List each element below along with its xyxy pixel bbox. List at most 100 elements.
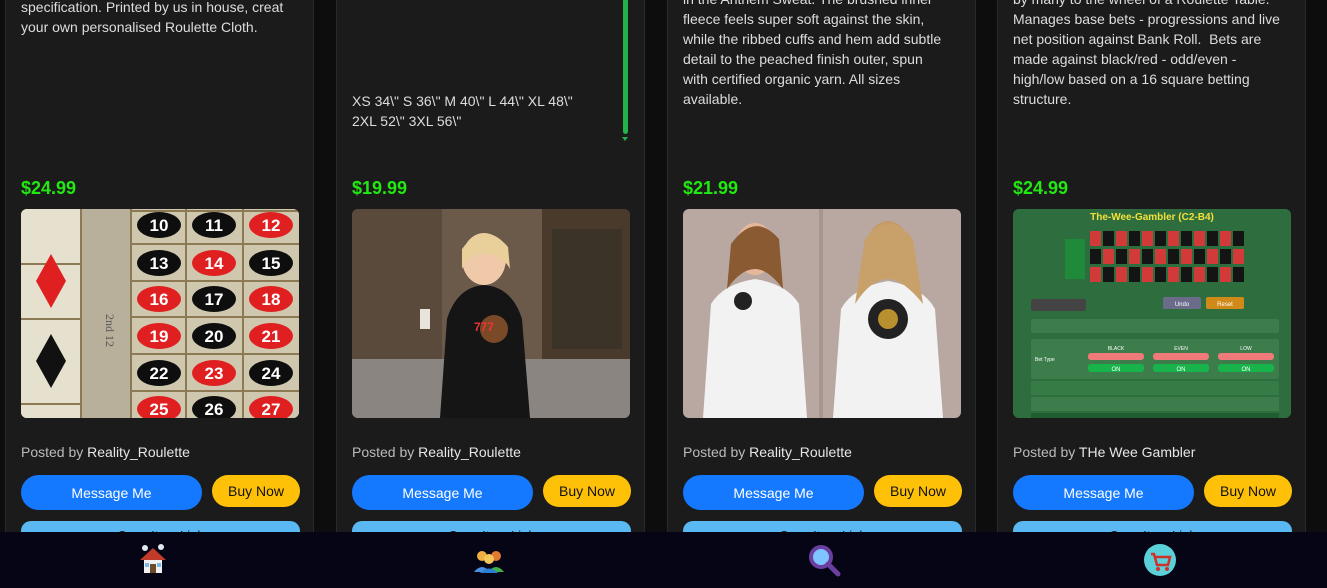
search-icon — [809, 545, 841, 577]
grid-cell — [1103, 231, 1114, 246]
grid-cell — [1090, 267, 1101, 282]
grid-cell — [1220, 231, 1231, 246]
poster-name[interactable]: THe Wee Gambler — [1079, 444, 1195, 460]
grid-cell — [1181, 249, 1192, 264]
grid-cell — [1220, 267, 1231, 282]
grid-cell — [1090, 249, 1101, 264]
product-price: $24.99 — [1013, 178, 1069, 198]
grid-cell — [1220, 249, 1231, 264]
roulette-number: 21 — [262, 327, 281, 346]
roulette-number: 11 — [205, 216, 223, 235]
home-icon — [140, 544, 166, 573]
black-label: BLACK — [1108, 346, 1125, 352]
poster-name[interactable]: Reality_Roulette — [87, 444, 190, 460]
roulette-number: 24 — [262, 364, 281, 383]
grid-cell — [1142, 249, 1153, 264]
grid-cell — [1155, 267, 1166, 282]
roulette-number: 14 — [205, 254, 224, 273]
buy-now-button[interactable]: Buy Now — [874, 475, 962, 507]
roulette-number: 23 — [205, 364, 224, 383]
grid-cell — [1181, 231, 1192, 246]
on-label: ON — [1112, 367, 1121, 373]
grid-cell — [1194, 249, 1205, 264]
grid-cell — [1155, 231, 1166, 246]
grid-cell — [1207, 249, 1218, 264]
roulette-number: 19 — [150, 327, 169, 346]
message-me-button[interactable]: Message Me — [683, 475, 864, 510]
scroll-down-icon[interactable] — [622, 137, 628, 141]
posted-by: Posted by Reality_Roulette — [683, 444, 852, 460]
product-image-wee-gambler-app[interactable]: The-Wee-Gambler (C2-B4) Undo Reset Bet T… — [1013, 209, 1291, 418]
product-image-roulette-cloth[interactable]: 10 11 12 13 14 15 16 17 18 19 20 21 22 23 24 25 26 27 2nd … — [21, 209, 299, 418]
product-description: by many to the wheel of a Roulette Table… — [1013, 0, 1280, 107]
product-card: XS 34\" S 36\" M 40\" L 44\" XL 48\" 2XL… — [336, 0, 645, 551]
grid-cell — [1233, 249, 1244, 264]
grid-cell — [1155, 249, 1166, 264]
product-image-hoodie[interactable]: 777 — [352, 209, 630, 418]
nav-search[interactable] — [806, 542, 842, 578]
posted-by: Posted by THe Wee Gambler — [1013, 444, 1195, 460]
grid-cell — [1142, 231, 1153, 246]
grid-cell — [1194, 231, 1205, 246]
posted-by-label: Posted by — [683, 444, 746, 460]
roulette-number: 10 — [150, 216, 169, 235]
grid-cell — [1168, 249, 1179, 264]
grid-cell — [1181, 267, 1192, 282]
roulette-number: 22 — [150, 364, 169, 383]
roulette-number: 15 — [262, 254, 281, 273]
grid-cell — [1129, 249, 1140, 264]
roulette-number: 27 — [262, 400, 281, 418]
posted-by: Posted by Reality_Roulette — [352, 444, 521, 460]
product-grid: specification. Printed by us in house, c… — [0, 0, 1327, 551]
product-card: in the Anthem Sweat. The brushed inner f… — [667, 0, 976, 551]
undo-label: Undo — [1175, 302, 1190, 308]
grid-cell — [1129, 231, 1140, 246]
product-price: $19.99 — [352, 178, 408, 198]
side-label: 2nd 12 — [103, 314, 117, 347]
people-icon — [474, 551, 504, 573]
nav-home[interactable] — [135, 542, 171, 578]
product-card: by many to the wheel of a Roulette Table… — [997, 0, 1306, 551]
roulette-number: 20 — [205, 327, 224, 346]
message-me-button[interactable]: Message Me — [21, 475, 202, 510]
description-scrollbar[interactable] — [623, 0, 628, 134]
reset-label: Reset — [1217, 302, 1233, 308]
app-title: The-Wee-Gambler (C2-B4) — [1090, 212, 1214, 223]
grid-cell — [1168, 267, 1179, 282]
posted-by-label: Posted by — [1013, 444, 1076, 460]
cart-icon — [1144, 544, 1176, 576]
low-label: LOW — [1240, 346, 1252, 352]
grid-cell — [1168, 231, 1179, 246]
buy-now-button[interactable]: Buy Now — [212, 475, 300, 507]
product-image-sweatshirt[interactable] — [683, 209, 961, 418]
grid-cell — [1142, 267, 1153, 282]
buy-now-button[interactable]: Buy Now — [543, 475, 631, 507]
grid-cell — [1129, 267, 1140, 282]
bet-type-label: Bet Type — [1035, 357, 1055, 363]
nav-community[interactable] — [471, 542, 507, 578]
svg-text:777: 777 — [474, 320, 494, 334]
roulette-number: 13 — [150, 254, 169, 273]
roulette-number: 12 — [262, 216, 281, 235]
roulette-number: 16 — [150, 290, 169, 309]
grid-cell — [1116, 231, 1127, 246]
posted-by: Posted by Reality_Roulette — [21, 444, 190, 460]
posted-by-label: Posted by — [21, 444, 84, 460]
grid-cell — [1103, 267, 1114, 282]
poster-name[interactable]: Reality_Roulette — [749, 444, 852, 460]
on-label: ON — [1177, 367, 1186, 373]
even-label: EVEN — [1174, 346, 1188, 352]
product-description: XS 34\" S 36\" M 40\" L 44\" XL 48\" 2XL… — [352, 93, 573, 129]
grid-cell — [1233, 231, 1244, 246]
nav-cart[interactable] — [1142, 542, 1178, 578]
posted-by-label: Posted by — [352, 444, 415, 460]
roulette-number: 17 — [205, 290, 224, 309]
message-me-button[interactable]: Message Me — [1013, 475, 1194, 510]
product-description: specification. Printed by us in house, c… — [21, 0, 284, 35]
message-me-button[interactable]: Message Me — [352, 475, 533, 510]
grid-cell — [1090, 231, 1101, 246]
bottom-navigation — [0, 532, 1327, 588]
buy-now-button[interactable]: Buy Now — [1204, 475, 1292, 507]
roulette-number: 18 — [262, 290, 281, 309]
poster-name[interactable]: Reality_Roulette — [418, 444, 521, 460]
